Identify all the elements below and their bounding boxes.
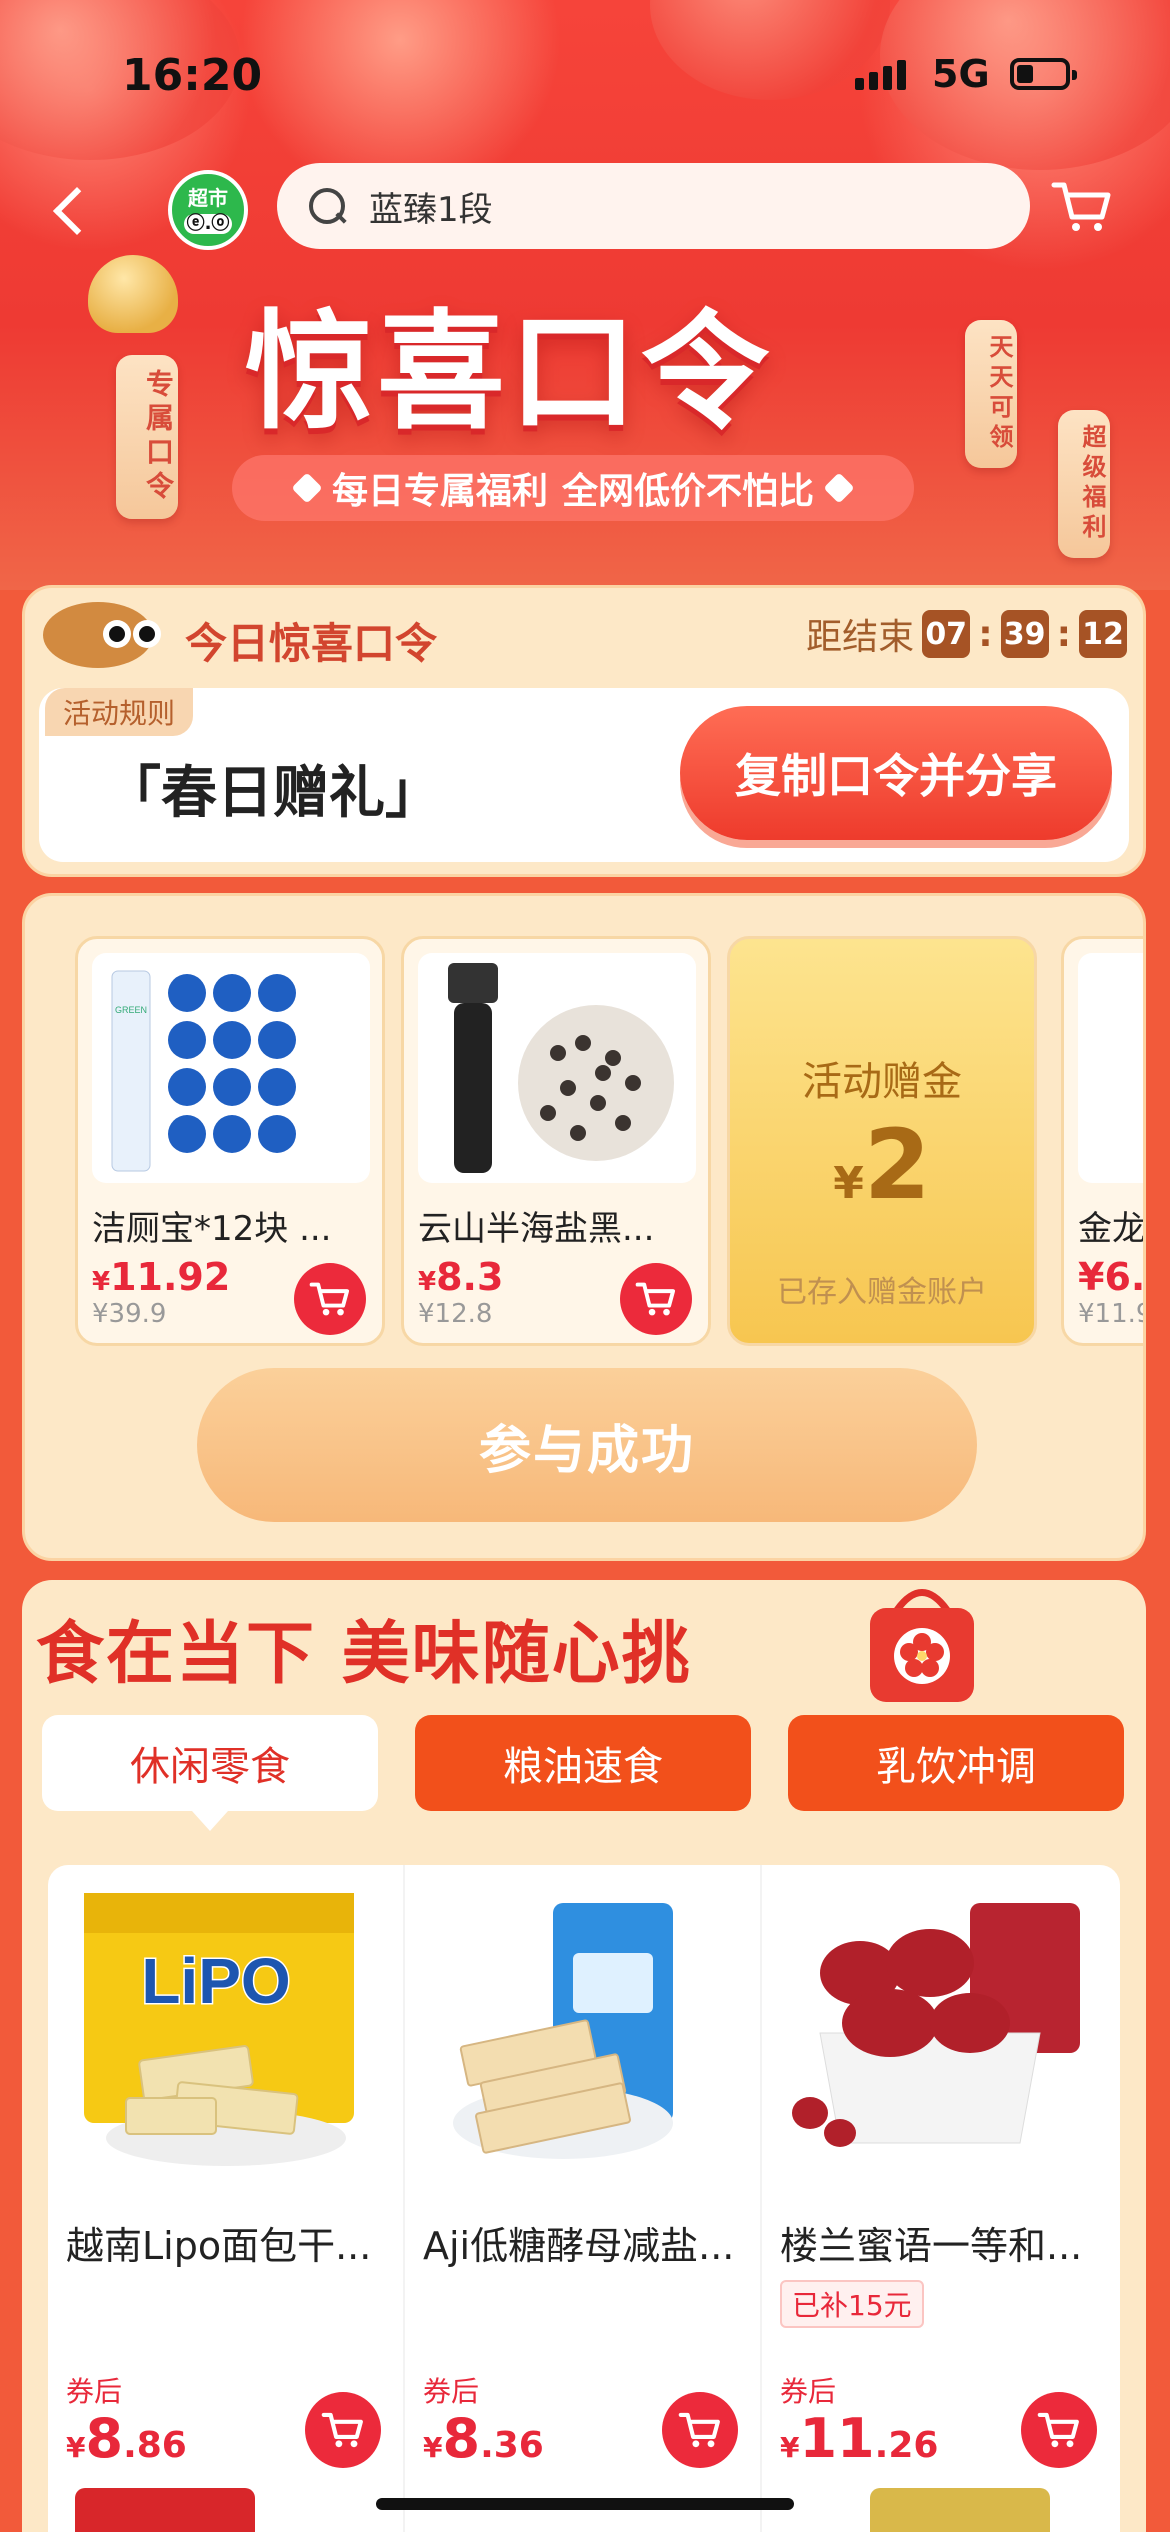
countdown-seconds: 12 — [1079, 610, 1127, 658]
gift-bonus-card: 活动赠金 ¥2 已存入赠金账户 — [727, 936, 1037, 1346]
battery-icon — [1010, 58, 1077, 90]
status-time: 16:20 — [122, 50, 263, 101]
product-image — [423, 1883, 743, 2183]
product-name: 越南Lipo面包干... — [66, 2224, 372, 2268]
add-to-cart-button[interactable] — [620, 1263, 692, 1335]
product-card-partial[interactable]: 金龙 ¥6. ¥11.9 — [1061, 936, 1146, 1346]
cart-icon — [1037, 2412, 1079, 2448]
super-welfare-tag: 超级福利 — [1058, 410, 1110, 558]
hero-subtitle-b: 全网低价不怕比 — [562, 471, 815, 512]
gift-amount: ¥2 — [833, 1109, 931, 1221]
product-price: ¥8.86 — [66, 2407, 187, 2470]
daily-tag: 天天可领 — [965, 320, 1017, 468]
gift-bag-icon — [870, 1589, 974, 1702]
tab-dairy-drinks[interactable]: 乳饮冲调 — [788, 1715, 1124, 1811]
cart-icon[interactable] — [1050, 175, 1114, 239]
mascot-icon — [43, 602, 183, 668]
product-name: 云山半海盐黑... — [418, 1209, 655, 1249]
add-to-cart-button[interactable] — [294, 1263, 366, 1335]
tab-grain-oil[interactable]: 粮油速食 — [415, 1715, 751, 1811]
cart-icon — [309, 1282, 350, 1316]
next-row-preview — [75, 2488, 255, 2532]
hero-banner: 16:20 5G 超市 ⓔ.ⓞ 蓝臻1段 专属口令 天天可领 超级福利 惊喜口令… — [0, 0, 1170, 590]
add-to-cart-button[interactable] — [1021, 2392, 1097, 2468]
bell-decoration — [88, 255, 178, 333]
product-price: ¥11.26 — [780, 2407, 939, 2470]
product-image: LiPO — [66, 1883, 386, 2183]
command-title: 今日惊喜口令 — [185, 619, 438, 668]
command-card: 今日惊喜口令 距结束 07 : 39 : 12 活动规则 「春日赠礼」 复制口令… — [22, 585, 1146, 877]
product-name: Aji低糖酵母减盐... — [423, 2224, 735, 2268]
tmall-face-icon: ⓔ.ⓞ — [184, 214, 232, 234]
search-bar[interactable]: 蓝臻1段 — [277, 163, 1030, 249]
product-price: ¥11.92 — [92, 1255, 231, 1299]
gift-note: 已存入赠金账户 — [777, 1275, 987, 1310]
hero-subtitle-a: 每日专属福利 — [331, 471, 548, 512]
products-card: GREEN 洁厕宝*12块 ... ¥11.92 ¥39.9 云山半海盐黑...… — [22, 893, 1146, 1561]
product-original-price: ¥12.8 — [418, 1299, 493, 1329]
product-price: ¥8.36 — [423, 2407, 544, 2470]
passphrase: 「春日赠礼」 — [105, 761, 441, 826]
exclusive-tag: 专属口令 — [116, 355, 178, 519]
copy-share-button[interactable]: 复制口令并分享 — [680, 706, 1112, 840]
add-to-cart-button[interactable] — [662, 2392, 738, 2468]
after-coupon-label: 券后 — [423, 2375, 480, 2408]
product-original-price: ¥11.9 — [1078, 1299, 1146, 1329]
product-image: GREEN — [92, 953, 370, 1183]
product-name: 洁厕宝*12块 ... — [92, 1209, 332, 1249]
hero-title: 惊喜口令 — [245, 298, 774, 447]
product-original-price: ¥39.9 — [92, 1299, 167, 1329]
list-item[interactable]: LiPO 越南Lipo面包干... 券后 ¥8.86 — [48, 1865, 405, 2532]
hero-subtitle: 每日专属福利 全网低价不怕比 — [232, 455, 914, 521]
tab-snacks[interactable]: 休闲零食 — [42, 1715, 378, 1831]
product-card[interactable]: GREEN 洁厕宝*12块 ... ¥11.92 ¥39.9 — [75, 936, 385, 1346]
product-name: 楼兰蜜语一等和... — [780, 2224, 1083, 2268]
signal-icon — [855, 60, 906, 90]
product-card[interactable]: 云山半海盐黑... ¥8.3 ¥12.8 — [401, 936, 711, 1346]
gift-title: 活动赠金 — [802, 1059, 962, 1105]
search-icon — [307, 186, 347, 226]
svg-text:GREEN: GREEN — [115, 1005, 147, 1015]
countdown-label: 距结束 — [806, 617, 915, 658]
brand-logo-text: LiPO — [141, 1945, 290, 2017]
lantern-decoration — [650, 0, 890, 100]
add-to-cart-button[interactable] — [305, 2392, 381, 2468]
countdown: 距结束 07 : 39 : 12 — [806, 608, 1127, 660]
subsidy-badge: 已补15元 — [780, 2280, 924, 2328]
diamond-icon — [291, 472, 323, 504]
product-price: ¥6. — [1078, 1255, 1146, 1299]
back-button[interactable] — [44, 180, 92, 240]
next-row-preview — [870, 2488, 1050, 2532]
supermarket-badge[interactable]: 超市 ⓔ.ⓞ — [168, 170, 248, 250]
after-coupon-label: 券后 — [780, 2375, 837, 2408]
supermarket-badge-label: 超市 — [188, 186, 228, 210]
product-image — [1078, 953, 1143, 1183]
food-section-title: 食在当下 美味随心挑 — [36, 1615, 692, 1694]
diamond-icon — [823, 472, 855, 504]
product-image — [418, 953, 696, 1183]
rules-link[interactable]: 活动规则 — [45, 688, 194, 736]
countdown-hours: 07 — [922, 610, 971, 658]
countdown-minutes: 39 — [1000, 610, 1049, 658]
category-tabs: 休闲零食 粮油速食 乳饮冲调 — [42, 1715, 1128, 1831]
product-price: ¥8.3 — [418, 1255, 504, 1299]
list-item[interactable]: 楼兰蜜语一等和... 已补15元 券后 ¥11.26 — [762, 1865, 1119, 2532]
cart-icon — [635, 1282, 676, 1316]
product-grid: LiPO 越南Lipo面包干... 券后 ¥8.86 Aji低糖酵母减盐... … — [48, 1865, 1120, 2532]
product-image — [780, 1883, 1100, 2183]
cart-icon — [321, 2412, 363, 2448]
search-input[interactable]: 蓝臻1段 — [369, 182, 493, 231]
product-name: 金龙 — [1078, 1209, 1146, 1249]
list-item[interactable]: Aji低糖酵母减盐... 券后 ¥8.36 — [405, 1865, 762, 2532]
home-indicator[interactable] — [376, 2498, 794, 2510]
after-coupon-label: 券后 — [66, 2375, 123, 2408]
food-section: 食在当下 美味随心挑 休闲零食 粮油速食 乳饮冲调 LiPO 越南Lipo面包干… — [22, 1580, 1146, 2532]
cart-icon — [678, 2412, 720, 2448]
joined-button[interactable]: 参与成功 — [197, 1368, 977, 1522]
network-label: 5G — [932, 52, 990, 96]
